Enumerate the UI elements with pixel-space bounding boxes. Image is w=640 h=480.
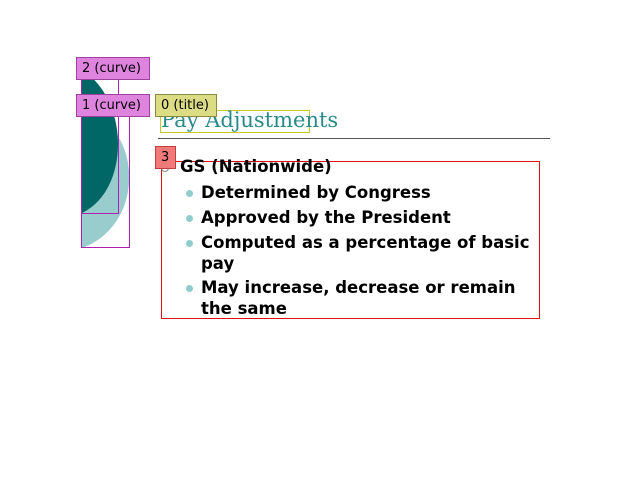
list-item-text: Approved by the President <box>201 208 451 227</box>
annotation-tag-curve-2: 2 (curve) <box>76 57 150 80</box>
list-item-text: May increase, decrease or remain the sam… <box>201 278 516 318</box>
dot-bullet-icon <box>186 215 193 222</box>
annotation-tag-curve-1: 1 (curve) <box>76 94 150 117</box>
bullet-heading-text: GS (Nationwide) <box>180 157 332 176</box>
title-divider <box>158 138 550 139</box>
dot-bullet-icon <box>186 190 193 197</box>
list-item-text: Computed as a percentage of basic pay <box>201 233 530 273</box>
dot-bullet-icon <box>186 285 193 292</box>
curve-1-bounding-box <box>81 104 130 248</box>
annotation-tag-body: 3 <box>155 146 176 169</box>
list-item-text: Determined by Congress <box>201 183 431 202</box>
annotation-tag-title: 0 (title) <box>155 94 217 117</box>
dot-bullet-icon <box>186 240 193 247</box>
